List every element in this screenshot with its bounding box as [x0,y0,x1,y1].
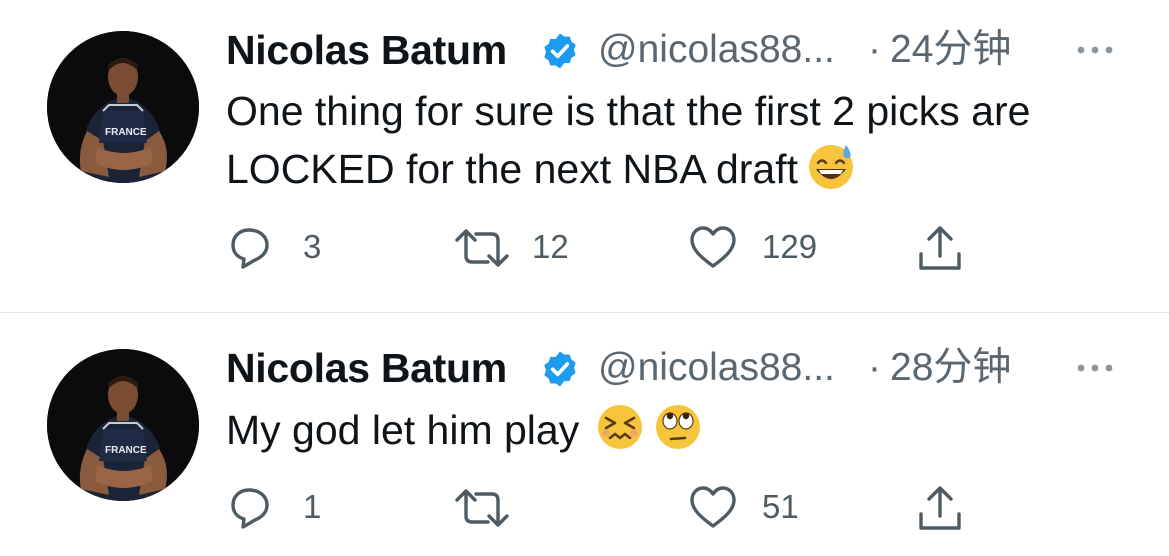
jersey-text: FRANCE [105,127,147,138]
tweet-text: My god let him play [226,401,1146,459]
author-handle[interactable]: @nicolas88... [598,345,835,391]
author-name[interactable]: Nicolas Batum [226,345,507,391]
tweet-text-content: One thing for sure is that the first 2 p… [226,88,1031,192]
more-icon[interactable] [1071,353,1119,383]
reply-count: 1 [303,488,322,525]
like-count: 51 [762,488,799,525]
author-name[interactable]: Nicolas Batum [226,27,507,73]
more-icon[interactable] [1071,35,1119,65]
jersey-text: FRANCE [105,445,147,456]
tweet-text-content: My god let him play [226,407,580,453]
retweet-icon [455,489,509,527]
share-icon [919,226,961,270]
verified-badge-icon [544,33,576,69]
timestamp[interactable]: 28分钟 [890,345,1011,391]
author-handle[interactable]: @nicolas88... [598,27,835,73]
separator-dot: · [868,346,881,389]
tweet-text: One thing for sure is that the first 2 p… [226,82,1146,198]
like-icon [690,226,736,268]
reply-icon [231,228,269,269]
avatar[interactable]: FRANCE [47,31,199,183]
grinning-sweat-emoji [808,145,853,189]
timestamp[interactable]: 24分钟 [890,27,1011,73]
like-icon [690,486,736,528]
like-count: 129 [762,228,818,265]
separator-dot: · [868,28,881,71]
reply-count: 3 [303,228,322,265]
tweet-actions: 1 51 [0,480,1169,534]
retweet-count: 12 [532,228,569,265]
retweet-icon [455,229,509,267]
confounded-face-emoji [598,405,643,449]
tweet[interactable]: FRANCE Nicolas Batum @nicolas88... · 28分… [0,313,1169,556]
rolling-eyes-emoji [656,405,701,449]
reply-icon [231,488,269,529]
tweet-actions: 3 12 129 [0,220,1169,274]
avatar[interactable]: FRANCE [47,349,199,501]
share-icon [919,486,961,530]
tweet[interactable]: FRANCE Nicolas Batum @nicolas88... · 24分… [0,0,1169,312]
verified-badge-icon [544,351,576,387]
